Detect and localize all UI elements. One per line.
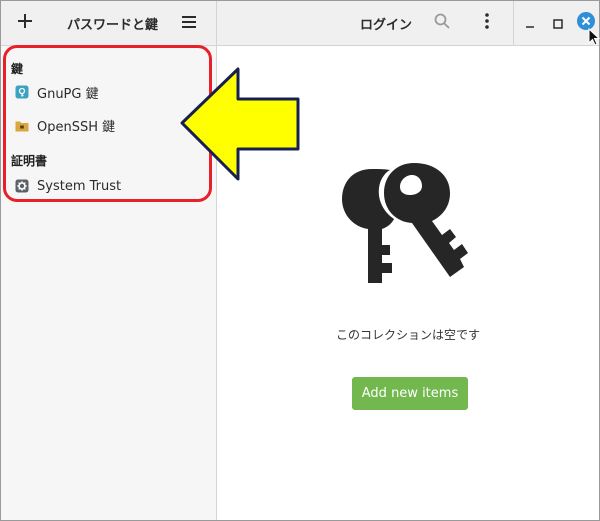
empty-collection-message: このコレクションは空です [335,328,480,342]
search-icon [434,13,450,33]
hamburger-icon [181,14,197,33]
yellow-arrow-icon [178,66,302,188]
more-options-button[interactable] [471,7,503,39]
header-divider [216,1,217,45]
main-menu-button[interactable] [173,7,205,39]
add-new-items-button[interactable]: Add new items [352,377,468,410]
keys-icon [342,161,482,293]
kebab-icon [485,13,489,33]
main-title: ログイン [360,18,413,33]
add-button[interactable] [9,7,41,39]
header-bar: パスワードと鍵 ログイン [1,1,600,46]
sidebar-title: パスワードと鍵 [67,18,159,33]
minimize-icon [525,14,535,33]
plus-icon [17,13,33,33]
search-button[interactable] [426,7,458,39]
maximize-icon [553,14,563,33]
